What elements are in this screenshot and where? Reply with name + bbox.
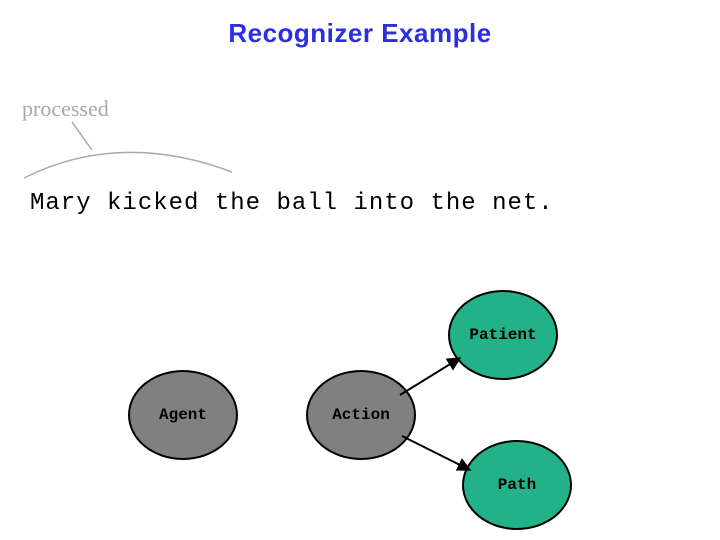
node-action-label: Action (332, 406, 390, 424)
edge-action-path (402, 436, 470, 470)
processed-label: processed (22, 96, 109, 122)
node-patient-label: Patient (469, 326, 536, 344)
node-agent: Agent (128, 370, 238, 460)
node-action: Action (306, 370, 416, 460)
node-path-label: Path (498, 476, 536, 494)
node-path: Path (462, 440, 572, 530)
node-patient: Patient (448, 290, 558, 380)
node-agent-label: Agent (159, 406, 207, 424)
slide: Recognizer Example processed Mary kicked… (0, 0, 720, 540)
slide-title: Recognizer Example (0, 18, 720, 49)
sentence-text: Mary kicked the ball into the net. (30, 190, 554, 217)
edge-action-patient (400, 358, 460, 395)
